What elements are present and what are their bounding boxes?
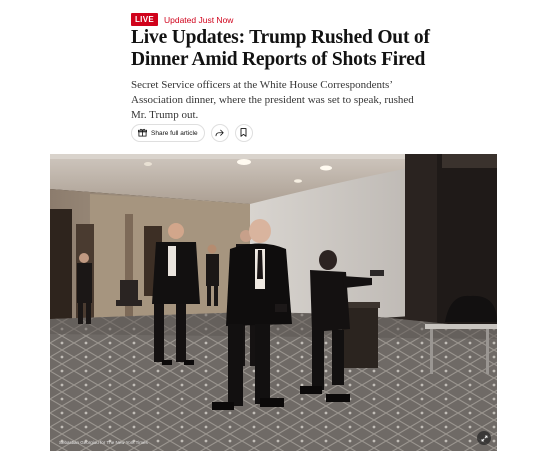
share-label: Share full article [151,129,198,137]
headline[interactable]: Live Updates: Trump Rushed Out of Dinner… [131,27,431,71]
updated-timestamp: Updated Just Now [163,14,234,25]
share-full-article-button[interactable]: Share full article [131,124,205,142]
share-arrow-icon [215,124,224,142]
article-meta: LIVE Updated Just Now [131,13,233,26]
photo-credit: Sebastian Georgiou for The New York Time… [59,440,148,445]
gift-icon [138,128,147,139]
share-button[interactable] [210,124,229,142]
save-button[interactable] [234,124,253,142]
bookmark-icon [240,124,247,142]
expand-icon [481,435,488,442]
share-toolbar: Share full article [131,124,253,142]
summary: Secret Service officers at the White Hou… [131,79,414,121]
lead-photo[interactable]: Sebastian Georgiou for The New York Time… [50,154,497,451]
live-badge: LIVE [131,13,158,26]
expand-photo-button[interactable] [477,431,491,445]
lead-photo-image [50,154,497,451]
live-article: LIVE Updated Just Now Live Updates: Trum… [0,0,550,457]
